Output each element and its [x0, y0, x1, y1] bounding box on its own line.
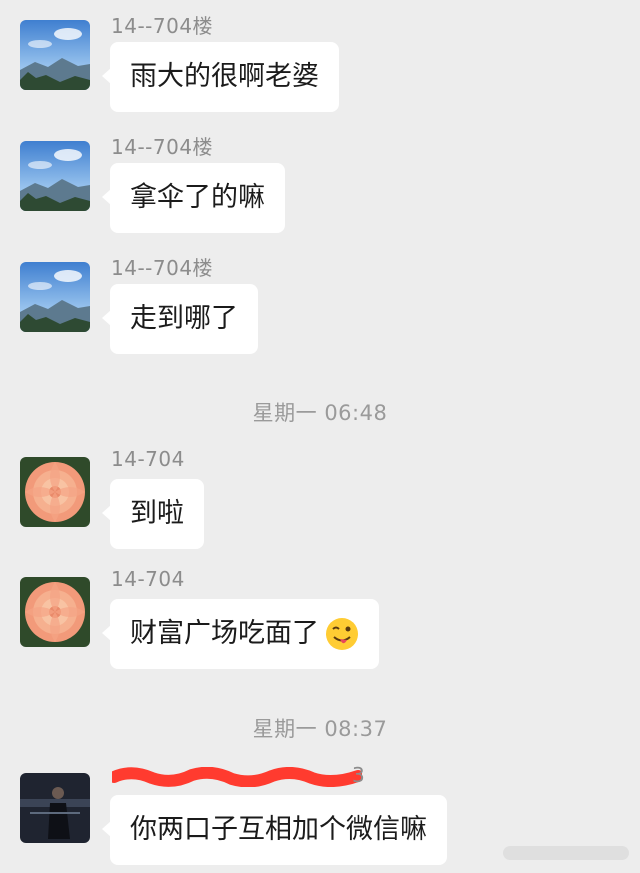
sender-name: 14--704楼 [111, 256, 214, 280]
flower-avatar[interactable] [20, 457, 90, 527]
message-text: 拿伞了的嘛 [130, 182, 265, 213]
mountain-landscape-avatar[interactable] [20, 141, 90, 211]
sender-name: 14-704 [111, 567, 185, 591]
mountain-landscape-avatar[interactable] [20, 262, 90, 332]
message-text: 财富广场吃面了 [130, 618, 319, 649]
message-bubble[interactable]: 拿伞了的嘛 [102, 163, 285, 233]
sender-name: 14-704 [111, 447, 185, 471]
person-photo-avatar[interactable] [20, 773, 90, 843]
flower-avatar[interactable] [20, 577, 90, 647]
message-bubble[interactable]: 到啦 [102, 479, 204, 549]
blurred-watermark [503, 846, 629, 860]
mountain-landscape-avatar[interactable] [20, 20, 90, 90]
sender-name: 3 [352, 763, 366, 787]
sender-name: 14--704楼 [111, 14, 214, 38]
message-text: 雨大的很啊老婆 [130, 61, 319, 92]
message-text: 走到哪了 [130, 303, 238, 334]
message-text: 你两口子互相加个微信嘛 [130, 814, 427, 845]
winking-tongue-emoji [326, 618, 358, 650]
sender-name: 14--704楼 [111, 135, 214, 159]
message-bubble[interactable]: 你两口子互相加个微信嘛 [102, 795, 447, 865]
message-bubble[interactable]: 走到哪了 [102, 284, 258, 354]
message-text: 到啦 [130, 498, 184, 529]
message-bubble[interactable]: 财富广场吃面了 [102, 599, 379, 669]
message-bubble[interactable]: 雨大的很啊老婆 [102, 42, 339, 112]
chat-timestamp: 星期一 08:37 [252, 717, 388, 741]
redacted-sender-name [112, 767, 362, 787]
chat-timestamp: 星期一 06:48 [252, 401, 388, 425]
